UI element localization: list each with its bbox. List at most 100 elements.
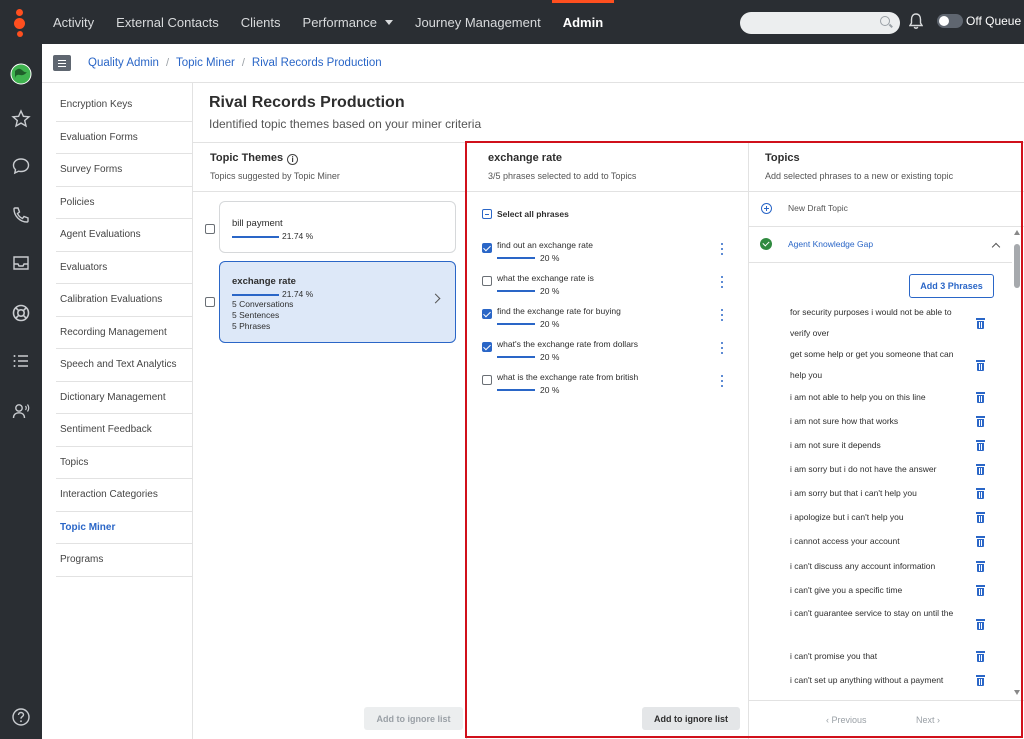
breadcrumb-bar: Quality Admin / Topic Miner / Rival Reco… bbox=[42, 44, 1024, 83]
sidebar-item-agent-evaluations[interactable]: Agent Evaluations bbox=[56, 219, 193, 252]
sidebar-item-interaction-categories[interactable]: Interaction Categories bbox=[56, 479, 193, 512]
more-options-icon[interactable] bbox=[720, 243, 724, 255]
trash-icon[interactable] bbox=[976, 416, 985, 427]
sidebar-item-topic-miner[interactable]: Topic Miner bbox=[56, 512, 193, 544]
nav-external-contacts[interactable]: External Contacts bbox=[105, 0, 230, 44]
phrase-checkbox[interactable] bbox=[482, 342, 492, 352]
sidebar-item-recording-management[interactable]: Recording Management bbox=[56, 317, 193, 349]
breadcrumb-quality-admin[interactable]: Quality Admin bbox=[88, 57, 159, 69]
phrase-text: find the exchange rate for buying bbox=[497, 306, 621, 316]
phrase-percent: 20 % bbox=[540, 319, 560, 329]
top-navigation-bar: Activity External Contacts Clients Perfo… bbox=[0, 0, 1024, 44]
topic-phrase-text: i am not able to help you on this line bbox=[790, 392, 926, 402]
phrases-subtitle: 3/5 phrases selected to add to Topics bbox=[488, 171, 637, 181]
next-page-button[interactable]: Next › bbox=[916, 715, 940, 725]
search-icon[interactable] bbox=[880, 16, 890, 26]
trash-icon[interactable] bbox=[976, 512, 985, 523]
phrases-add-to-ignore-list-button[interactable]: Add to ignore list bbox=[642, 707, 740, 730]
phrase-checkbox[interactable] bbox=[482, 276, 492, 286]
divider bbox=[193, 142, 1024, 143]
admin-sidebar: Encryption Keys Evaluation Forms Survey … bbox=[42, 83, 193, 739]
themes-add-to-ignore-list-button[interactable]: Add to ignore list bbox=[364, 707, 463, 730]
phrase-percent-bar bbox=[497, 290, 535, 292]
more-options-icon[interactable] bbox=[720, 342, 724, 354]
sidebar-item-programs[interactable]: Programs bbox=[56, 544, 193, 577]
trash-icon[interactable] bbox=[976, 619, 985, 630]
user-voice-icon[interactable] bbox=[10, 400, 32, 422]
sidebar-item-speech-text-analytics[interactable]: Speech and Text Analytics bbox=[56, 349, 193, 382]
chevron-up-icon[interactable] bbox=[991, 242, 1001, 252]
scroll-down-icon[interactable] bbox=[1014, 690, 1020, 695]
breadcrumb-current-page[interactable]: Rival Records Production bbox=[252, 57, 382, 69]
phone-icon[interactable] bbox=[10, 204, 32, 226]
inbox-icon[interactable] bbox=[10, 252, 32, 274]
phrase-text: what is the exchange rate from british bbox=[497, 372, 639, 382]
phrase-percent-bar bbox=[497, 323, 535, 325]
info-icon[interactable]: i bbox=[287, 154, 299, 165]
scroll-up-icon[interactable] bbox=[1014, 230, 1020, 235]
genesys-logo-icon[interactable] bbox=[0, 0, 42, 44]
sidebar-item-evaluation-forms[interactable]: Evaluation Forms bbox=[56, 122, 193, 154]
trash-icon[interactable] bbox=[976, 651, 985, 662]
nav-performance[interactable]: Performance bbox=[292, 0, 404, 44]
search-input[interactable] bbox=[740, 12, 900, 34]
check-circle-icon bbox=[760, 238, 772, 250]
phrase-checkbox[interactable] bbox=[482, 243, 492, 253]
nav-admin[interactable]: Admin bbox=[551, 0, 615, 44]
trash-icon[interactable] bbox=[976, 675, 985, 686]
breadcrumb-topic-miner[interactable]: Topic Miner bbox=[176, 57, 235, 69]
trash-icon[interactable] bbox=[976, 464, 985, 475]
theme-percent-bar bbox=[232, 236, 279, 238]
new-draft-topic-button[interactable]: New Draft Topic bbox=[788, 203, 848, 213]
trash-icon[interactable] bbox=[976, 440, 985, 451]
nav-clients[interactable]: Clients bbox=[230, 0, 292, 44]
sidebar-item-sentiment-feedback[interactable]: Sentiment Feedback bbox=[56, 414, 193, 447]
topic-phrase-text: i can't promise you that bbox=[790, 651, 878, 661]
sidebar-item-policies[interactable]: Policies bbox=[56, 187, 193, 219]
nav-journey-management[interactable]: Journey Management bbox=[404, 0, 552, 44]
theme-phrases-count: 5 Phrases bbox=[232, 321, 271, 331]
bell-icon[interactable] bbox=[909, 12, 923, 30]
list-icon[interactable] bbox=[10, 350, 32, 372]
sidebar-item-survey-forms[interactable]: Survey Forms bbox=[56, 154, 193, 187]
sidebar-item-calibration-evaluations[interactable]: Calibration Evaluations bbox=[56, 284, 193, 317]
phrase-checkbox[interactable] bbox=[482, 309, 492, 319]
trash-icon[interactable] bbox=[976, 488, 985, 499]
nav-activity[interactable]: Activity bbox=[42, 0, 105, 44]
topic-name-agent-knowledge-gap[interactable]: Agent Knowledge Gap bbox=[788, 239, 873, 249]
add-phrases-button[interactable]: Add 3 Phrases bbox=[909, 274, 994, 298]
phrase-checkbox[interactable] bbox=[482, 375, 492, 385]
sidebar-item-encryption-keys[interactable]: Encryption Keys bbox=[56, 89, 193, 122]
globe-avatar-icon[interactable] bbox=[10, 63, 32, 85]
trash-icon[interactable] bbox=[976, 360, 985, 371]
theme-sentences-count: 5 Sentences bbox=[232, 310, 280, 320]
plus-circle-icon[interactable] bbox=[761, 203, 772, 214]
trash-icon[interactable] bbox=[976, 561, 985, 572]
theme-card-bill-payment[interactable]: bill payment 21.74 % bbox=[219, 201, 456, 253]
sidebar-item-evaluators[interactable]: Evaluators bbox=[56, 252, 193, 284]
help-icon[interactable] bbox=[10, 706, 32, 728]
sidebar-item-dictionary-management[interactable]: Dictionary Management bbox=[56, 382, 193, 414]
star-icon[interactable] bbox=[10, 108, 32, 130]
sidebar-item-topics[interactable]: Topics bbox=[56, 447, 193, 479]
scrollbar-thumb[interactable] bbox=[1014, 244, 1020, 288]
more-options-icon[interactable] bbox=[720, 375, 724, 387]
phrase-text: find out an exchange rate bbox=[497, 240, 593, 250]
more-options-icon[interactable] bbox=[720, 309, 724, 321]
trash-icon[interactable] bbox=[976, 392, 985, 403]
theme-checkbox[interactable] bbox=[205, 224, 215, 234]
theme-card-exchange-rate[interactable]: exchange rate 21.74 % 5 Conversations 5 … bbox=[219, 261, 456, 343]
chat-icon[interactable] bbox=[10, 155, 32, 177]
scrollbar[interactable] bbox=[1013, 230, 1020, 695]
select-all-checkbox[interactable] bbox=[482, 209, 492, 219]
more-options-icon[interactable] bbox=[720, 276, 724, 288]
topic-phrase-text: for security purposes i would not be abl… bbox=[790, 307, 952, 338]
menu-toggle-button[interactable] bbox=[53, 55, 71, 71]
theme-checkbox[interactable] bbox=[205, 297, 215, 307]
trash-icon[interactable] bbox=[976, 318, 985, 329]
trash-icon[interactable] bbox=[976, 585, 985, 596]
lifebuoy-icon[interactable] bbox=[10, 302, 32, 324]
previous-page-button[interactable]: ‹ Previous bbox=[826, 715, 867, 725]
trash-icon[interactable] bbox=[976, 536, 985, 547]
off-queue-toggle[interactable] bbox=[937, 14, 963, 28]
